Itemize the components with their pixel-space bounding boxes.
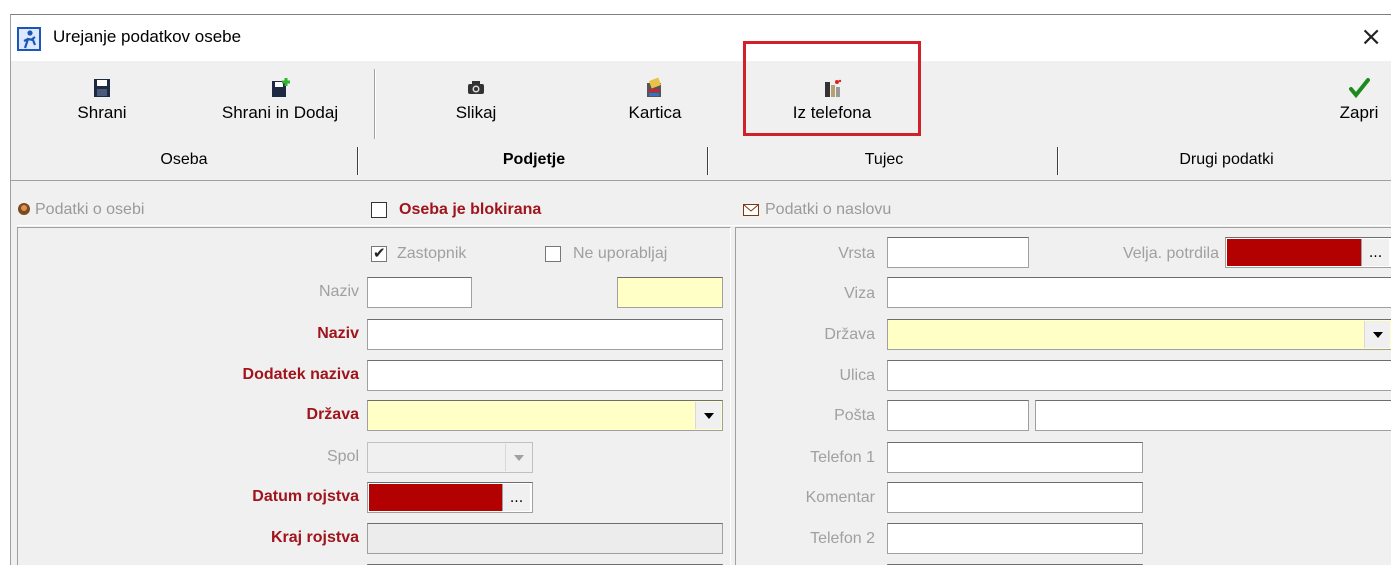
app-person-icon [17, 27, 41, 51]
close-icon[interactable]: × [1360, 21, 1382, 53]
date-fill [369, 484, 502, 511]
posta-name-input[interactable] [1035, 400, 1391, 431]
take-photo-label: Slikaj [455, 103, 497, 122]
header-divider [17, 225, 1391, 226]
save-label: Shrani [77, 103, 127, 122]
save-and-add-label: Shrani in Dodaj [221, 103, 339, 122]
chevron-down-icon[interactable] [695, 402, 721, 429]
close-button[interactable]: Zapri [1329, 65, 1389, 145]
tab-bar: Oseba Podjetje Tujec Drugi podatki [11, 145, 1391, 181]
edit-person-window: Urejanje podatkov osebe × Shrani Shrani … [10, 14, 1391, 565]
naziv-input[interactable] [367, 319, 723, 350]
velja-potrdila-input[interactable]: ... [1225, 237, 1391, 268]
representative-label: Zastopnik [397, 245, 467, 262]
spol-select[interactable] [367, 442, 533, 473]
ulica-label: Ulica [839, 367, 875, 384]
chevron-down-icon[interactable] [1364, 321, 1390, 348]
naziv-code-input[interactable] [617, 277, 723, 308]
naziv-label: Naziv [317, 325, 359, 342]
window-title: Urejanje podatkov osebe [53, 27, 242, 46]
telefon2-input[interactable] [887, 523, 1143, 554]
viza-label: Viza [844, 285, 875, 302]
date-fill [1227, 239, 1361, 266]
checkmark-icon [1349, 78, 1370, 99]
naziv-short-label: Naziv [318, 283, 359, 300]
tab-divider [1057, 147, 1059, 175]
dodatek-naziva-input[interactable] [367, 360, 723, 391]
floppy-disk-icon [94, 79, 110, 97]
komentar-input[interactable] [887, 482, 1143, 513]
chevron-down-icon[interactable] [505, 444, 531, 471]
card-reader-label: Kartica [628, 103, 682, 122]
tab-divider [357, 147, 359, 175]
desktop-background-top [0, 0, 1391, 14]
posta-label: Pošta [834, 407, 875, 424]
kraj-rojstva-input[interactable] [367, 523, 723, 554]
datum-rojstva-input[interactable]: ... [367, 482, 533, 513]
toolbar-separator [374, 69, 376, 139]
desktop-background-left [0, 0, 10, 565]
card-reader-icon [647, 77, 662, 97]
highlight-box [743, 41, 921, 136]
datum-rojstva-label: Datum rojstva [252, 488, 359, 505]
title-bar[interactable]: Urejanje podatkov osebe × [11, 15, 1391, 61]
tab-tujec[interactable]: Tujec [711, 145, 1057, 179]
dont-use-checkbox[interactable] [545, 246, 561, 262]
vrsta-label: Vrsta [838, 245, 875, 262]
vrsta-input[interactable] [887, 237, 1029, 268]
camera-icon [468, 81, 484, 94]
envelope-icon [743, 204, 759, 216]
save-button[interactable]: Shrani [67, 65, 137, 145]
close-label: Zapri [1339, 103, 1379, 122]
tab-drugi-podatki[interactable]: Drugi podatki [1061, 145, 1391, 179]
person-group-header: Podatki o osebi [17, 193, 144, 227]
date-picker-button[interactable]: ... [502, 484, 530, 511]
floppy-add-icon [272, 78, 290, 97]
telefon1-input[interactable] [887, 442, 1143, 473]
komentar-label: Komentar [805, 489, 875, 506]
naziv-short-input[interactable] [367, 277, 472, 308]
ulica-input[interactable] [887, 360, 1391, 391]
save-and-add-button[interactable]: Shrani in Dodaj [197, 65, 363, 145]
address-group-title: Podatki o naslovu [765, 201, 892, 218]
date-picker-button[interactable]: ... [1361, 239, 1389, 266]
telefon2-label: Telefon 2 [810, 530, 875, 547]
telefon1-label: Telefon 1 [810, 449, 875, 466]
kraj-rojstva-label: Kraj rojstva [270, 529, 359, 546]
velja-potrdila-label: Velja. potrdila [1122, 245, 1219, 262]
dodatek-naziva-label: Dodatek naziva [242, 366, 359, 383]
spol-label: Spol [326, 448, 359, 465]
card-reader-button[interactable]: Kartica [615, 65, 695, 145]
person-group-icon [18, 203, 30, 215]
tab-divider [707, 147, 709, 175]
representative-checkbox[interactable] [371, 244, 387, 262]
drzava-label: Država [306, 406, 359, 423]
person-group-title: Podatki o osebi [35, 201, 145, 218]
posta-code-input[interactable] [887, 400, 1029, 431]
take-photo-button[interactable]: Slikaj [441, 65, 511, 145]
blocked-checkbox[interactable] [371, 202, 387, 218]
drzava-select[interactable] [367, 400, 723, 431]
tab-oseba[interactable]: Oseba [11, 145, 357, 179]
address-group-header: Podatki o naslovu [743, 193, 891, 227]
drzava-address-select[interactable] [887, 319, 1391, 350]
tab-podjetje[interactable]: Podjetje [361, 145, 707, 179]
dont-use-label: Ne uporabljaj [573, 245, 668, 262]
drzava-address-label: Država [824, 326, 875, 343]
blocked-label: Oseba je blokirana [399, 201, 542, 218]
viza-input[interactable] [887, 277, 1391, 308]
